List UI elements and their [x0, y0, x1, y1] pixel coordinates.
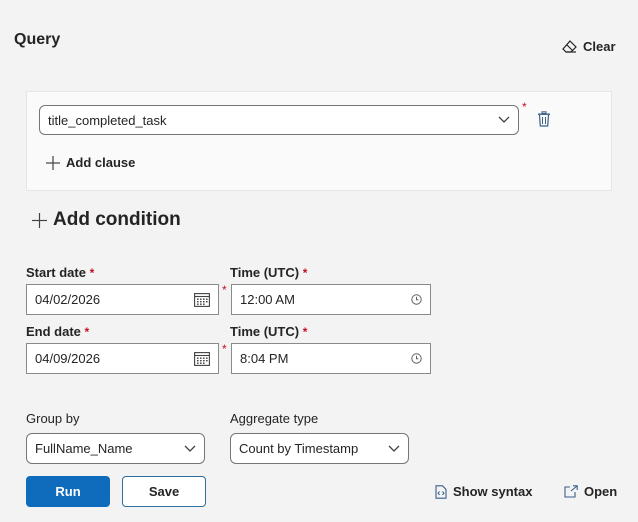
end-date-input[interactable]: 04/09/2026 — [26, 343, 219, 374]
clock-icon — [411, 294, 422, 305]
clear-button[interactable]: Clear — [562, 36, 616, 56]
start-time-value: 12:00 AM — [240, 292, 295, 307]
end-date-required-mark: * — [222, 342, 227, 356]
open-external-icon — [564, 485, 578, 498]
start-date-value: 04/02/2026 — [35, 292, 101, 307]
plus-icon — [32, 212, 47, 228]
start-time-input[interactable]: 12:00 AM — [231, 284, 431, 315]
page-title: Query — [14, 31, 61, 48]
end-time-input[interactable]: 8:04 PM — [231, 343, 431, 374]
start-time-label: Time (UTC) * — [230, 265, 308, 280]
calendar-icon[interactable] — [194, 292, 210, 307]
save-button[interactable]: Save — [122, 476, 206, 507]
chevron-down-icon — [388, 445, 400, 453]
open-button[interactable]: Open — [564, 484, 617, 499]
show-syntax-label: Show syntax — [453, 484, 533, 499]
clause-required-mark: * — [522, 100, 527, 114]
group-by-label: Group by — [26, 411, 80, 426]
clear-label: Clear — [583, 38, 616, 54]
aggregate-type-value: Count by Timestamp — [239, 441, 359, 456]
clause-field-value: title_completed_task — [48, 112, 167, 128]
plus-icon — [46, 155, 60, 170]
clause-field-select[interactable]: title_completed_task — [39, 105, 519, 135]
chevron-down-icon — [498, 116, 510, 124]
run-button[interactable]: Run — [26, 476, 110, 507]
start-date-required-mark: * — [222, 283, 227, 297]
start-date-label: Start date * — [26, 265, 95, 280]
delete-clause-button[interactable] — [537, 111, 551, 127]
group-by-value: FullName_Name — [35, 441, 133, 456]
show-syntax-button[interactable]: Show syntax — [435, 484, 532, 499]
chevron-down-icon — [184, 445, 196, 453]
calendar-icon[interactable] — [194, 351, 210, 366]
aggregate-type-label: Aggregate type — [230, 411, 319, 426]
trash-icon — [537, 111, 551, 127]
add-condition-button[interactable]: Add condition — [32, 209, 181, 231]
add-clause-button[interactable]: Add clause — [46, 155, 135, 170]
aggregate-type-select[interactable]: Count by Timestamp — [230, 433, 409, 464]
end-time-value: 8:04 PM — [240, 351, 289, 366]
group-by-select[interactable]: FullName_Name — [26, 433, 205, 464]
add-clause-label: Add clause — [66, 155, 136, 170]
start-date-input[interactable]: 04/02/2026 — [26, 284, 219, 315]
end-date-label: End date * — [26, 324, 90, 339]
add-condition-label: Add condition — [53, 209, 181, 230]
end-time-label: Time (UTC) * — [230, 324, 308, 339]
eraser-icon — [562, 39, 577, 53]
open-label: Open — [584, 484, 618, 499]
code-file-icon — [435, 484, 447, 499]
clock-icon — [411, 353, 422, 364]
end-date-value: 04/09/2026 — [35, 351, 101, 366]
